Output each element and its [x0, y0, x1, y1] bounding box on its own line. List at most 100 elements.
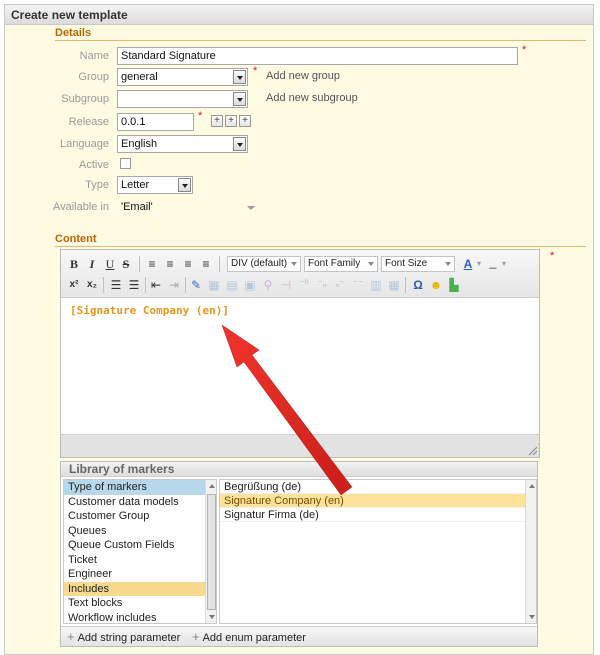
active-checkbox[interactable] [120, 158, 131, 169]
list-item-label: Customer Group [68, 510, 150, 522]
active-label: Active [79, 159, 109, 171]
language-select[interactable]: English [117, 135, 248, 153]
release-plus-patch-button[interactable]: + [239, 115, 251, 127]
subgroup-row: Subgroup Add new subgroup [0, 89, 590, 109]
insert-row-icon[interactable]: ⁻⁰ [297, 276, 311, 294]
chevron-down-icon [291, 262, 297, 266]
release-required-mark: * [198, 110, 203, 122]
list-item-label: Engineer [68, 568, 113, 580]
emoticon-icon[interactable]: ☻ [429, 276, 443, 294]
scroll-up-icon[interactable] [209, 484, 215, 488]
list-item-workflow-includes[interactable]: Workflow includes [64, 611, 216, 624]
scroll-thumb[interactable] [207, 494, 216, 610]
list-item-begruessung[interactable]: Begrüßung (de) [220, 480, 536, 494]
marker-list-scrollbar[interactable] [525, 480, 536, 623]
name-input[interactable]: Standard Signature [117, 47, 518, 65]
align-justify-icon[interactable]: ≡ [199, 255, 213, 273]
bold-icon[interactable]: B [67, 255, 81, 273]
edit-icon[interactable]: ✎ [189, 276, 203, 294]
bullet-list-icon[interactable]: ☰ [109, 276, 123, 294]
name-required-mark: * [522, 44, 527, 56]
marker-type-scrollbar[interactable] [205, 480, 216, 623]
available-in-select[interactable]: 'Email' [121, 198, 261, 216]
cell-props-icon[interactable]: ▦ [387, 276, 401, 294]
background-color-icon[interactable]: _ [486, 253, 500, 271]
add-new-group-link[interactable]: Add new group [266, 68, 340, 84]
editor-content-area[interactable]: [Signature Company (en)] [61, 298, 539, 434]
split-cells-icon[interactable]: ⊣ [279, 276, 293, 294]
list-item-includes[interactable]: Includes [64, 581, 216, 596]
chevron-down-icon[interactable]: ▾ [500, 255, 508, 273]
toolbar-separator [145, 277, 146, 293]
list-item-signatur-firma[interactable]: Signatur Firma (de) [220, 508, 536, 522]
italic-icon[interactable]: I [85, 255, 99, 273]
outdent-icon[interactable]: ⇤ [149, 276, 163, 294]
delete-column-icon[interactable]: ⁻⁻ [351, 276, 365, 294]
release-plus-minor-button[interactable]: + [225, 115, 237, 127]
type-label: Type [85, 179, 109, 191]
font-family-combo[interactable]: Font Family [304, 256, 378, 272]
release-input[interactable]: 0.0.1 [117, 113, 194, 131]
toolbar-separator [185, 277, 186, 293]
indent-icon[interactable]: ⇥ [167, 276, 181, 294]
font-size-combo[interactable]: Font Size [381, 256, 455, 272]
language-select-value: English [121, 138, 158, 150]
table-props-icon[interactable]: ▥ [369, 276, 383, 294]
image-icon[interactable]: ▙ [447, 276, 461, 294]
name-label: Name [79, 50, 109, 62]
release-row: Release 0.0.1 * + + + [0, 110, 590, 132]
add-enum-parameter-button[interactable]: + Add enum parameter [192, 630, 306, 645]
scroll-down-icon[interactable] [529, 615, 535, 619]
list-item-label: Signature Company (en) [224, 495, 344, 507]
table-icon[interactable]: ▦ [207, 276, 221, 294]
subgroup-select[interactable] [117, 90, 248, 108]
editor-marker-text: [Signature Company (en)] [70, 304, 229, 317]
chevron-down-icon[interactable]: ▾ [475, 255, 483, 273]
toolbar-separator [139, 256, 140, 272]
superscript-icon[interactable]: x² [67, 276, 81, 294]
scroll-up-icon[interactable] [529, 484, 535, 488]
add-string-parameter-button[interactable]: + Add string parameter [67, 630, 180, 645]
format-combo[interactable]: DIV (default) [227, 256, 301, 272]
chevron-down-icon [247, 206, 255, 210]
language-label: Language [60, 138, 109, 150]
details-section-title: Details [55, 27, 586, 41]
active-row: Active [0, 155, 590, 175]
resize-grip-icon[interactable] [527, 445, 537, 455]
list-item-text-blocks[interactable]: Text blocks [64, 596, 216, 611]
content-required-mark: * [550, 250, 555, 262]
align-left-icon[interactable]: ≡ [145, 255, 159, 273]
group-row: Group general * Add new group [0, 65, 590, 87]
table-row-icon[interactable]: ▤ [225, 276, 239, 294]
toolbar-separator [219, 256, 220, 272]
group-select[interactable]: general [117, 68, 248, 86]
subscript-icon[interactable]: x₂ [85, 276, 99, 294]
release-plus-major-button[interactable]: + [211, 115, 223, 127]
merge-cells-icon[interactable]: ⚲ [261, 276, 275, 294]
list-item-label: Signatur Firma (de) [224, 509, 319, 521]
group-label: Group [78, 71, 109, 83]
delete-row-icon[interactable]: ⁻ₙ [315, 276, 329, 294]
underline-icon[interactable]: U [103, 255, 117, 273]
list-item-ticket[interactable]: Ticket [64, 553, 216, 568]
add-new-subgroup-link[interactable]: Add new subgroup [266, 90, 358, 106]
text-color-icon[interactable]: A [461, 255, 475, 273]
list-item-queues[interactable]: Queues [64, 524, 216, 539]
chevron-down-icon [233, 92, 246, 106]
list-item-queue-custom-fields[interactable]: Queue Custom Fields [64, 538, 216, 553]
align-center-icon[interactable]: ≡ [163, 255, 177, 273]
list-item-engineer[interactable]: Engineer [64, 567, 216, 582]
strikethrough-icon[interactable]: S [119, 255, 133, 273]
insert-column-icon[interactable]: ₙ⁻ [333, 276, 347, 294]
numbered-list-icon[interactable]: ☰ [127, 276, 141, 294]
editor-toolbar: B I U S ≡ ≡ ≡ ≡ DIV (default) Font Famil… [61, 250, 539, 298]
type-select[interactable]: Letter [117, 176, 193, 194]
font-family-combo-value: Font Family [308, 258, 361, 269]
table-cell-icon[interactable]: ▣ [243, 276, 257, 294]
scroll-down-icon[interactable] [209, 615, 215, 619]
align-right-icon[interactable]: ≡ [181, 255, 195, 273]
list-item-customer-group[interactable]: Customer Group [64, 509, 216, 524]
list-item-signature-company[interactable]: Signature Company (en) [220, 494, 536, 508]
list-item-customer-data-models[interactable]: Customer data models [64, 495, 216, 510]
special-char-icon[interactable]: Ω [411, 276, 425, 294]
